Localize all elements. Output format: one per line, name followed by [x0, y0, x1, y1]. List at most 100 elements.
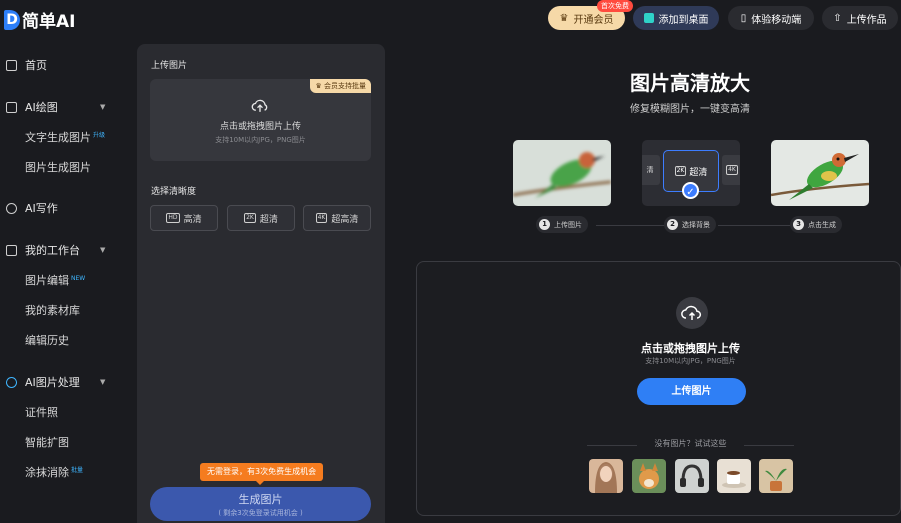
- step-number: 1: [539, 219, 550, 230]
- divider: [744, 445, 794, 446]
- vip-label: 开通会员: [573, 14, 614, 26]
- cloud-upload-icon: [251, 99, 268, 112]
- 4k-icon: 4K: [315, 213, 328, 223]
- step-number: 3: [793, 219, 804, 230]
- page-subtitle: 修复模糊图片，一键变高清: [630, 104, 750, 115]
- add-to-desktop-button[interactable]: 添加到桌面: [633, 6, 719, 30]
- member-tag-label: 会员支持批量: [324, 82, 366, 90]
- top-bar: D 简单AI ♛ 开通会员 首次免费 添加到桌面 ▯ 体验移动端 ⇧ 上传作品: [0, 0, 901, 38]
- cloud-upload-icon: [681, 305, 702, 320]
- chevron-down-icon: ▼: [100, 246, 106, 254]
- try-samples-text: 没有图片？试试这些: [654, 439, 727, 448]
- 4k-icon: 4K: [726, 165, 738, 175]
- crown-icon: ♛: [315, 82, 324, 90]
- sidebar-item-label: 文字生成图片: [25, 131, 91, 144]
- sidebar-item-smart-expand[interactable]: 智能扩图: [0, 431, 126, 453]
- sample-thumb-plant[interactable]: [759, 459, 793, 493]
- 2k-icon: 2K: [244, 213, 256, 223]
- sharp-bird-image: [771, 140, 869, 206]
- upgrade-tag: 升级: [93, 132, 106, 139]
- blurry-bird-image: [513, 140, 611, 206]
- logo-mark: D: [4, 9, 20, 30]
- 2k-icon: 2K: [674, 166, 687, 176]
- step-text: 选择背景: [682, 220, 710, 229]
- member-batch-tag: ♛ 会员支持批量: [310, 79, 371, 93]
- sidebar-item-label: 编辑历史: [25, 334, 69, 347]
- sidebar-item-home[interactable]: 首页: [0, 54, 126, 76]
- sidebar-item-label: AI绘图: [25, 101, 58, 114]
- upload-dropzone[interactable]: ♛ 会员支持批量 点击或拖拽图片上传 支持10M以内JPG，PNG图片: [150, 79, 371, 161]
- resolution-2k-button[interactable]: 2K 超清: [227, 205, 295, 231]
- resolution-label: 超清: [259, 214, 278, 225]
- new-tag: NEW: [71, 275, 86, 282]
- sidebar-item-label: 我的素材库: [25, 304, 80, 317]
- chevron-down-icon: ▼: [100, 103, 106, 111]
- generate-sub-label: ( 剩余3次免登录试用机会 ): [218, 509, 303, 517]
- sidebar-item-materials[interactable]: 我的素材库: [0, 299, 126, 321]
- ai-write-icon: [6, 202, 17, 214]
- step-connector: [718, 225, 796, 226]
- sidebar-item-label: 图片编辑: [25, 274, 69, 287]
- sample-thumb-coffee[interactable]: [717, 459, 751, 493]
- resolution-label: 超高清: [331, 214, 359, 225]
- dog-image: [632, 459, 666, 493]
- sidebar-item-image-edit[interactable]: 图片编辑 NEW: [0, 269, 126, 291]
- sidebar-item-label: 证件照: [25, 406, 58, 419]
- image-icon: [6, 101, 17, 113]
- batch-tag: 批量: [71, 467, 84, 474]
- sidebar-item-label: 智能扩图: [25, 436, 69, 449]
- desktop-icon: [643, 13, 654, 23]
- sidebar-item-history[interactable]: 编辑历史: [0, 329, 126, 351]
- step-text: 点击生成: [808, 220, 836, 229]
- sidebar-item-label: 首页: [25, 59, 47, 72]
- resolution-hd-button[interactable]: HD 高清: [150, 205, 218, 231]
- sample-thumb-dog[interactable]: [632, 459, 666, 493]
- hd-icon: HD: [166, 213, 180, 223]
- sidebar-item-ai-draw[interactable]: AI绘图 ▼: [0, 96, 126, 118]
- sidebar-item-label: 图片生成图片: [25, 161, 91, 174]
- step3-result-image: [771, 140, 869, 206]
- upload-image-button[interactable]: 上传图片: [637, 378, 746, 405]
- generate-label: 生成图片: [238, 493, 283, 506]
- step-number: 2: [667, 219, 678, 230]
- sidebar-item-label: AI写作: [25, 202, 58, 215]
- upload-arrow-icon: ⇧: [833, 12, 842, 24]
- palette-icon: [6, 376, 17, 388]
- logo[interactable]: D 简单AI: [4, 7, 75, 32]
- generate-button[interactable]: 生成图片 ( 剩余3次免登录试用机会 ): [150, 487, 371, 521]
- logo-text: 简单AI: [22, 12, 76, 32]
- desktop-label: 添加到桌面: [658, 14, 709, 26]
- drop-text: 点击或拖拽图片上传: [641, 342, 740, 355]
- sidebar-item-erase[interactable]: 涂抹消除 批量: [0, 461, 126, 483]
- step-connector: [596, 225, 668, 226]
- main-upload-dropzone[interactable]: 点击或拖拽图片上传 支持10M以内JPG，PNG图片 上传图片 没有图片？试试这…: [416, 261, 901, 516]
- step2-resolution-preview: 清 2K 超清 ✓ 4K: [642, 140, 740, 206]
- mobile-button[interactable]: ▯ 体验移动端: [728, 6, 814, 30]
- woman-image: [589, 459, 623, 493]
- sidebar-item-ai-write[interactable]: AI写作: [0, 197, 126, 219]
- preview-option-label: 超清: [689, 167, 708, 178]
- mobile-label: 体验移动端: [751, 14, 802, 26]
- resolution-4k-button[interactable]: 4K 超高清: [303, 205, 371, 231]
- sidebar-item-label: AI图片处理: [25, 376, 80, 389]
- upload-text: 点击或拖拽图片上传: [219, 122, 301, 132]
- sidebar-item-workbench[interactable]: 我的工作台 ▼: [0, 239, 126, 261]
- chevron-down-icon: ▼: [100, 378, 106, 386]
- sidebar-item-id-photo[interactable]: 证件照: [0, 401, 126, 423]
- sidebar-item-label: 涂抹消除: [25, 466, 69, 479]
- sample-thumb-headphones[interactable]: [675, 459, 709, 493]
- upload-circle: [676, 297, 708, 329]
- upload-hint: 支持10M以内JPG，PNG图片: [215, 136, 306, 144]
- step1-example-image: [513, 140, 611, 206]
- step2-label: 2 选择背景: [664, 216, 716, 233]
- sidebar-item-text-to-image[interactable]: 文字生成图片 升级: [0, 126, 126, 148]
- phone-icon: ▯: [740, 12, 747, 24]
- sample-thumb-woman[interactable]: [589, 459, 623, 493]
- sidebar-item-ai-image[interactable]: AI图片处理 ▼: [0, 371, 126, 393]
- step3-label: 3 点击生成: [790, 216, 842, 233]
- preview-option-right: 4K: [722, 155, 740, 185]
- drop-hint: 支持10M以内JPG，PNG图片: [645, 357, 736, 365]
- upload-work-button[interactable]: ⇧ 上传作品: [822, 6, 898, 30]
- sidebar-item-image-to-image[interactable]: 图片生成图片: [0, 156, 126, 178]
- vip-badge: 首次免费: [597, 0, 633, 12]
